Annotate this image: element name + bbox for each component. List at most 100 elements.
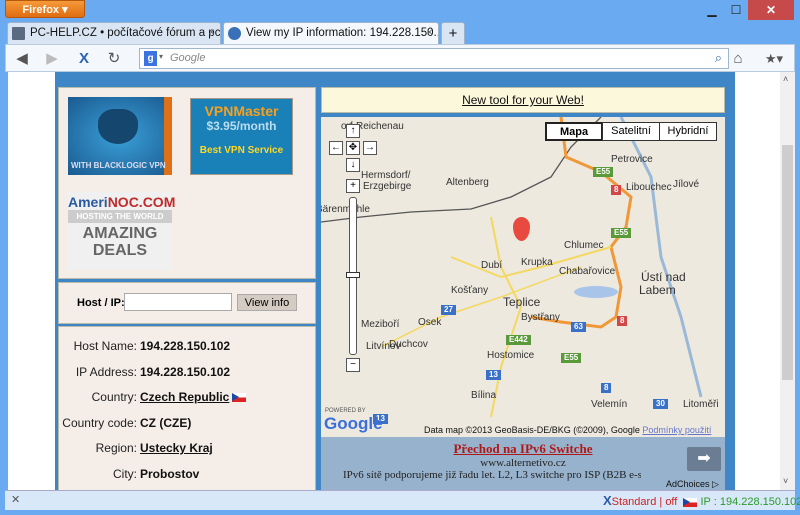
terms-link[interactable]: Podmínky použití bbox=[642, 425, 711, 435]
reload-icon[interactable]: ↻ bbox=[104, 50, 124, 68]
forward-icon[interactable]: ▶ bbox=[42, 50, 62, 68]
road-shield: 8 bbox=[601, 383, 612, 393]
google-map[interactable]: Petrovice Hermsdorf/Erzgebirge Altenberg Li… bbox=[321, 117, 725, 437]
road-shield: E55 bbox=[611, 228, 632, 238]
pan-up-icon[interactable]: ↑ bbox=[346, 124, 360, 138]
info-value: CZ (CZE) bbox=[140, 415, 192, 430]
ad-text: WITH BLACKLOGIC VPN bbox=[71, 161, 166, 170]
ad-url: www.alternetivo.cz bbox=[480, 457, 566, 469]
search-icon[interactable]: ⌕ bbox=[715, 50, 722, 66]
pan-center-icon[interactable]: ✥ bbox=[346, 141, 360, 155]
view-info-button[interactable]: View info bbox=[237, 294, 297, 311]
main-container: WITH BLACKLOGIC VPN VPNMaster $3.95/mont… bbox=[55, 72, 735, 490]
tab-pc-help[interactable]: PC-HELP.CZ • počítačové fórum a pc... × bbox=[7, 22, 221, 44]
info-row: IP Address: 194.228.150.102 bbox=[59, 365, 317, 379]
ad-text: DEALS bbox=[92, 242, 148, 259]
map-town-label: Meziboří bbox=[361, 319, 400, 330]
pan-left-icon[interactable]: ← bbox=[329, 141, 343, 155]
ad-title-link[interactable]: Přechod na IPv6 Switche bbox=[453, 441, 592, 456]
road-shield: 8 bbox=[611, 185, 622, 195]
google-icon[interactable]: g bbox=[144, 51, 157, 66]
map-attribution: Data map ©2013 GeoBasis-DE/BKG (©2009), … bbox=[424, 425, 712, 435]
close-addon-bar-icon[interactable]: ✕ bbox=[11, 493, 20, 506]
ads-panel: WITH BLACKLOGIC VPN VPNMaster $3.95/mont… bbox=[58, 87, 316, 279]
czech-flag-icon bbox=[683, 497, 698, 507]
map-town-label: Bärenmühle bbox=[321, 204, 370, 215]
search-bar[interactable]: g ▾ Google ⌕ bbox=[139, 48, 729, 69]
map-type-hybrid[interactable]: Hybridní bbox=[659, 122, 717, 141]
ad-tagline: HOSTING THE WORLD bbox=[68, 210, 172, 223]
maximize-button[interactable]: ☐ bbox=[724, 0, 748, 20]
map-town-label: Košťany bbox=[451, 285, 489, 296]
map-type-satellite[interactable]: Satelitní bbox=[602, 122, 660, 141]
navigation-toolbar: ◀ ▶ X ↻ g ▾ Google ⌕ ⌂ ★▾ bbox=[5, 44, 795, 72]
search-placeholder: Google bbox=[170, 52, 206, 64]
zoom-in-icon[interactable]: + bbox=[346, 179, 360, 193]
zoom-out-icon[interactable]: − bbox=[346, 358, 360, 372]
info-link[interactable]: Ustecky Kraj bbox=[140, 441, 213, 455]
zoom-slider-thumb[interactable] bbox=[346, 272, 360, 278]
info-value[interactable]: Ustecky Kraj bbox=[140, 441, 213, 455]
road-shield: 8 bbox=[617, 316, 628, 326]
tab-view-my-ip[interactable]: View my IP information: 194.228.150.... … bbox=[223, 22, 439, 44]
ad-text: AMAZING bbox=[82, 225, 158, 242]
google-logo[interactable]: Google bbox=[324, 414, 383, 434]
map-town-label: Petrovice bbox=[611, 154, 653, 165]
info-label: IP Address: bbox=[75, 364, 137, 379]
bookmarks-icon[interactable]: ★▾ bbox=[761, 50, 787, 68]
vpnmaster-ad[interactable]: VPNMaster $3.95/month Best VPN Service bbox=[190, 98, 293, 175]
info-label: Country code: bbox=[62, 415, 137, 430]
stop-icon[interactable]: X bbox=[74, 50, 94, 68]
host-ip-input[interactable] bbox=[124, 293, 232, 311]
info-row: Country code: CZ (CZE) bbox=[59, 416, 317, 430]
info-link[interactable]: Czech Republic bbox=[140, 390, 229, 404]
minimize-button[interactable]: ▁ bbox=[700, 0, 724, 20]
info-row: Host Name: 194.228.150.102 bbox=[59, 339, 317, 353]
ad-brand: Ameri bbox=[68, 194, 108, 210]
map-town-label: Ústí nad bbox=[641, 270, 686, 284]
vertical-scrollbar[interactable]: ˄ ˅ bbox=[780, 72, 795, 490]
tab-title: PC-HELP.CZ • počítačové fórum a pc... bbox=[30, 27, 221, 39]
map-town-label: Altenberg bbox=[446, 177, 489, 188]
back-icon[interactable]: ◀ bbox=[12, 50, 32, 68]
close-window-button[interactable]: ✕ bbox=[748, 0, 794, 20]
info-label: City: bbox=[113, 466, 137, 481]
map-town-label: Duchcov bbox=[389, 339, 428, 350]
map-section: Petrovice Hermsdorf/Erzgebirge Altenberg Li… bbox=[321, 87, 725, 490]
home-icon[interactable]: ⌂ bbox=[728, 50, 748, 68]
info-label: Host Name: bbox=[73, 339, 137, 353]
lookup-form: Host / IP: View info bbox=[58, 282, 316, 324]
text-ad[interactable]: Přechod na IPv6 Switche www.alternetivo.… bbox=[321, 437, 725, 490]
scrollbar-thumb[interactable] bbox=[782, 145, 793, 380]
map-town-label: Chabařovice bbox=[559, 266, 616, 277]
close-tab-icon[interactable]: × bbox=[426, 23, 433, 44]
amerinoc-ad[interactable]: AmeriNOC.COM HOSTING THE WORLD AMAZING D… bbox=[68, 192, 175, 270]
tab-title: View my IP information: 194.228.150.... bbox=[246, 27, 439, 39]
close-tab-icon[interactable]: × bbox=[208, 23, 215, 44]
info-value[interactable]: Czech Republic bbox=[140, 390, 247, 404]
status-addon[interactable]: XStandard | off IP : 194.228.150.102 bbox=[603, 493, 800, 508]
info-row: City: Probostov bbox=[59, 467, 317, 481]
pan-right-icon[interactable]: → bbox=[363, 141, 377, 155]
road-shield: E55 bbox=[561, 353, 582, 363]
info-row: Region: Ustecky Kraj bbox=[59, 441, 317, 455]
map-town-label: Jílové bbox=[673, 179, 700, 190]
road-shield: 27 bbox=[441, 305, 456, 315]
ad-brand: NOC.COM bbox=[107, 194, 176, 210]
map-town-label: Chlumec bbox=[564, 240, 604, 251]
map-type-map[interactable]: Mapa bbox=[545, 122, 603, 141]
firefox-menu-button[interactable]: Firefox ▾ bbox=[5, 0, 85, 18]
scroll-up-icon[interactable]: ˄ bbox=[783, 74, 788, 84]
adchoices-link[interactable]: AdChoices ▷ bbox=[666, 479, 719, 490]
map-town-label: Dubí bbox=[481, 260, 503, 271]
arrow-right-icon[interactable]: ➡ bbox=[687, 447, 721, 471]
addon-x-icon: X bbox=[603, 493, 612, 508]
new-tab-button[interactable]: + bbox=[441, 22, 465, 44]
chevron-down-icon[interactable]: ▾ bbox=[159, 52, 163, 61]
map-type-controls: Mapa Satelitní Hybridní bbox=[545, 122, 719, 141]
blacklogic-ad[interactable]: WITH BLACKLOGIC VPN bbox=[68, 97, 172, 175]
scroll-down-icon[interactable]: ˅ bbox=[783, 476, 788, 486]
pan-down-icon[interactable]: ↓ bbox=[346, 158, 360, 172]
status-ip: IP : 194.228.150.102 bbox=[700, 496, 800, 508]
status-bar: ✕ XStandard | off IP : 194.228.150.102 bbox=[5, 490, 800, 510]
